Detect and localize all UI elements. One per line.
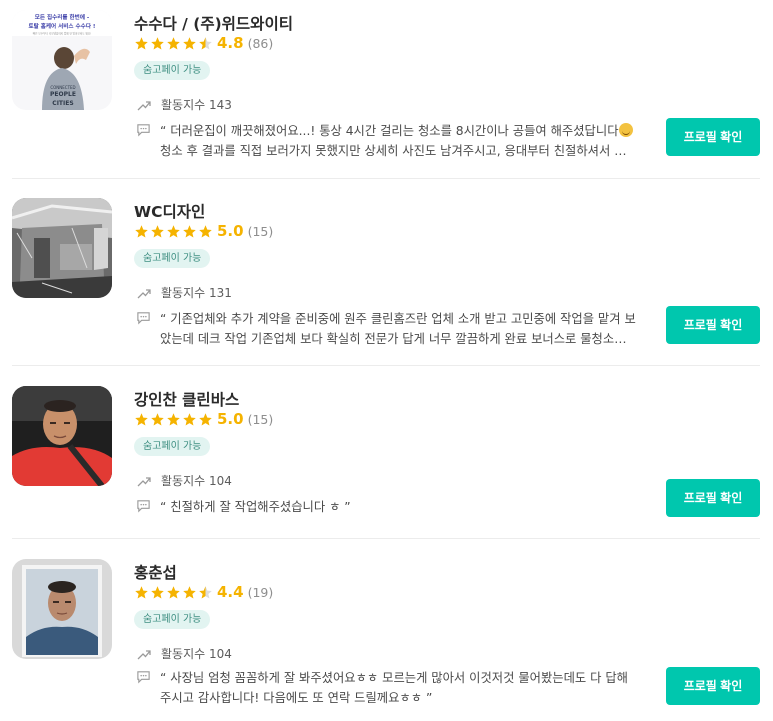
star-rating bbox=[134, 412, 213, 427]
star-icon bbox=[183, 412, 196, 425]
review-snippet: “ 기존업체와 추가 계약을 준비중에 원주 클린홈즈란 업체 소개 받고 고민… bbox=[136, 309, 636, 349]
chat-bubble-icon bbox=[137, 500, 150, 513]
star-rating bbox=[134, 36, 213, 51]
star-half-icon bbox=[199, 585, 212, 598]
expert-card[interactable]: 강인찬 클린바스 5.0 (15) 숨고페이 가능 활동지수 104 “ 친절하… bbox=[12, 386, 760, 526]
review-count: (86) bbox=[247, 35, 274, 51]
review-snippet: “ 친절하게 잘 작업해주셨습니다 ㅎ ” bbox=[136, 497, 636, 517]
trend-up-icon bbox=[137, 476, 151, 486]
expert-photo[interactable] bbox=[12, 559, 112, 659]
star-icon bbox=[135, 585, 148, 598]
smiling-face-icon bbox=[618, 123, 633, 137]
review-snippet: “ 사장님 엄청 꼼꼼하게 잘 봐주셨어요ㅎㅎ 모르는게 많아서 이것저것 물어… bbox=[136, 668, 636, 708]
review-text-start: “ 더러운집이 깨끗해졌어요...! 통상 4시간 걸리는 청소를 8시간이나 … bbox=[160, 124, 619, 138]
thumb-line3: 빠른 보수부터 리모델링까지 업체 안 알아보셔도 돼요! bbox=[33, 32, 92, 36]
svg-text:CITIES: CITIES bbox=[52, 100, 73, 107]
star-icon bbox=[151, 224, 164, 237]
star-icon bbox=[167, 412, 180, 425]
svg-text:CONNECTED: CONNECTED bbox=[50, 85, 75, 90]
star-icon bbox=[183, 224, 196, 237]
soomgo-pay-badge: 숨고페이 가능 bbox=[134, 437, 211, 456]
trend-up-icon bbox=[137, 100, 151, 110]
star-icon bbox=[199, 412, 212, 425]
rating-score: 4.4 bbox=[217, 583, 244, 601]
star-rating bbox=[134, 224, 213, 239]
star-icon bbox=[135, 412, 148, 425]
rating: 4.8 (86) bbox=[134, 34, 273, 52]
star-icon bbox=[199, 224, 212, 237]
expert-photo[interactable]: 모든 집수리를 한번에 - 토탈 홈케어 서비스 수수다 ! 빠른 보수부터 리… bbox=[12, 10, 112, 110]
rating-score: 4.8 bbox=[217, 34, 244, 52]
activity-text: 활동지수 104 bbox=[161, 647, 232, 661]
star-icon bbox=[183, 585, 196, 598]
star-icon bbox=[151, 412, 164, 425]
chat-bubble-icon bbox=[137, 671, 150, 684]
review-text: “ 사장님 엄청 꼼꼼하게 잘 봐주셨어요ㅎㅎ 모르는게 많아서 이것저것 물어… bbox=[160, 671, 628, 705]
expert-photo[interactable] bbox=[12, 198, 112, 298]
activity-index: 활동지수 104 bbox=[136, 472, 232, 489]
trend-up-icon bbox=[137, 649, 151, 659]
review-text: “ 기존업체와 추가 계약을 준비중에 원주 클린홈즈란 업체 소개 받고 고민… bbox=[160, 312, 636, 346]
review-text: “ 친절하게 잘 작업해주셨습니다 ㅎ ” bbox=[160, 500, 351, 514]
star-icon bbox=[135, 36, 148, 49]
activity-index: 활동지수 131 bbox=[136, 284, 232, 301]
svg-text:PEOPLE: PEOPLE bbox=[50, 91, 76, 98]
expert-card[interactable]: WC디자인 5.0 (15) 숨고페이 가능 활동지수 131 “ 기존업체와 … bbox=[12, 198, 760, 358]
expert-card[interactable]: 홍춘섭 4.4 (19) 숨고페이 가능 활동지수 104 “ 사장님 엄청 꼼… bbox=[12, 559, 760, 719]
star-icon bbox=[167, 585, 180, 598]
chat-bubble-icon bbox=[137, 312, 150, 325]
activity-index: 활동지수 143 bbox=[136, 96, 232, 113]
star-icon bbox=[167, 224, 180, 237]
review-count: (15) bbox=[247, 411, 274, 427]
rating: 5.0 (15) bbox=[134, 222, 273, 240]
rating: 5.0 (15) bbox=[134, 410, 273, 428]
view-profile-button[interactable]: 프로필 확인 bbox=[666, 667, 760, 705]
star-icon bbox=[151, 36, 164, 49]
review-text: “ 더러운집이 깨끗해졌어요...! 통상 4시간 걸리는 청소를 8시간이나 … bbox=[160, 121, 636, 161]
expert-name[interactable]: WC디자인 bbox=[134, 200, 205, 222]
view-profile-button[interactable]: 프로필 확인 bbox=[666, 479, 760, 517]
expert-name[interactable]: 홍춘섭 bbox=[134, 561, 177, 583]
activity-text: 활동지수 143 bbox=[161, 98, 232, 112]
view-profile-button[interactable]: 프로필 확인 bbox=[666, 306, 760, 344]
expert-name[interactable]: 강인찬 클린바스 bbox=[134, 388, 239, 410]
star-rating bbox=[134, 585, 213, 600]
soomgo-pay-badge: 숨고페이 가능 bbox=[134, 61, 211, 80]
divider bbox=[12, 178, 760, 179]
review-snippet: “ 더러운집이 깨끗해졌어요...! 통상 4시간 걸리는 청소를 8시간이나 … bbox=[136, 121, 636, 161]
thumb-line2: 토탈 홈케어 서비스 수수다 ! bbox=[29, 22, 96, 30]
star-icon bbox=[135, 224, 148, 237]
divider bbox=[12, 538, 760, 539]
star-icon bbox=[167, 36, 180, 49]
review-count: (15) bbox=[247, 223, 274, 239]
chat-bubble-icon bbox=[137, 124, 150, 137]
review-count: (19) bbox=[247, 584, 274, 600]
star-icon bbox=[183, 36, 196, 49]
rating-score: 5.0 bbox=[217, 222, 244, 240]
review-text-end: 청소 후 결과를 직접 보러가지 못했지만 상세히 사진도 남겨주시고, 응대부… bbox=[160, 144, 626, 158]
rating-score: 5.0 bbox=[217, 410, 244, 428]
activity-index: 활동지수 104 bbox=[136, 645, 232, 662]
activity-text: 활동지수 131 bbox=[161, 286, 232, 300]
view-profile-button[interactable]: 프로필 확인 bbox=[666, 118, 760, 156]
expert-photo[interactable] bbox=[12, 386, 112, 486]
soomgo-pay-badge: 숨고페이 가능 bbox=[134, 249, 211, 268]
rating: 4.4 (19) bbox=[134, 583, 273, 601]
thumb-line1: 모든 집수리를 한번에 - bbox=[35, 13, 90, 21]
expert-card[interactable]: 모든 집수리를 한번에 - 토탈 홈케어 서비스 수수다 ! 빠른 보수부터 리… bbox=[12, 10, 760, 170]
star-icon bbox=[151, 585, 164, 598]
activity-text: 활동지수 104 bbox=[161, 474, 232, 488]
soomgo-pay-badge: 숨고페이 가능 bbox=[134, 610, 211, 629]
star-half-icon bbox=[199, 36, 212, 49]
divider bbox=[12, 365, 760, 366]
trend-up-icon bbox=[137, 288, 151, 298]
expert-name[interactable]: 수수다 / (주)위드와이티 bbox=[134, 12, 293, 34]
